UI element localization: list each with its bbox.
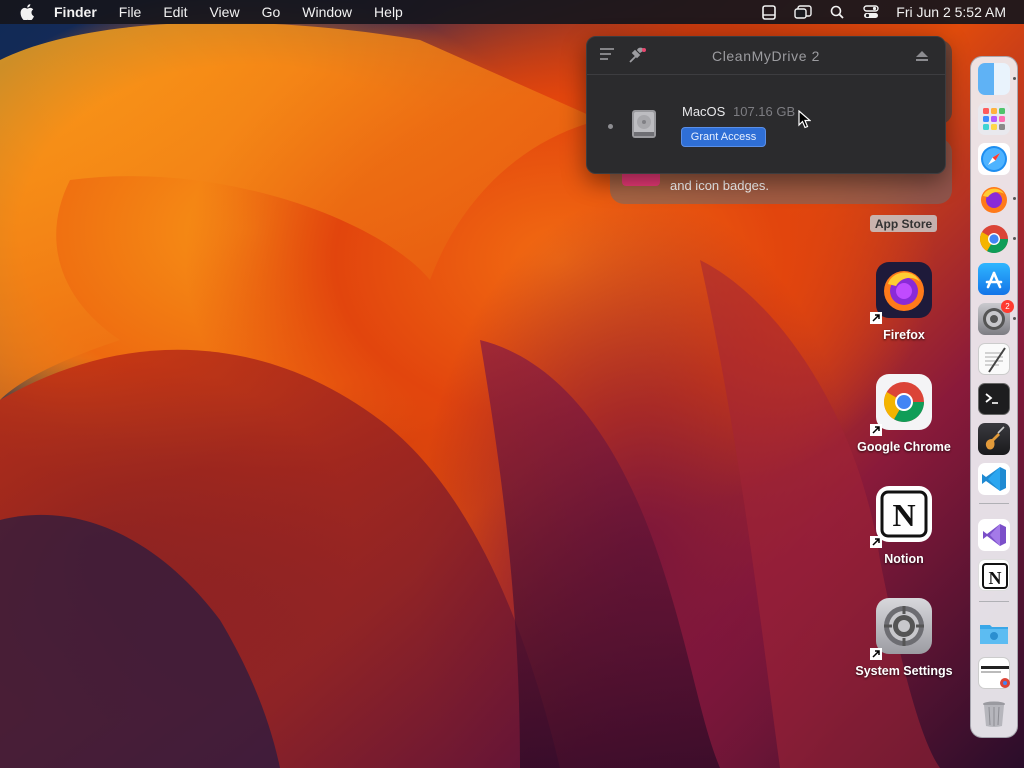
menu-list-icon[interactable]	[599, 47, 615, 70]
drive-size: 107.16 GB	[733, 104, 796, 119]
notion-icon: N	[870, 486, 932, 548]
cleanmydrive-popover: CleanMyDrive 2 MacOS 107.16 GB Grant Acc…	[586, 36, 946, 174]
desktop-icon-label: Google Chrome	[857, 440, 951, 454]
launchpad-icon[interactable]	[978, 103, 1010, 135]
terminal-icon[interactable]	[978, 383, 1010, 415]
menu-file[interactable]: File	[119, 4, 142, 20]
menu-go[interactable]: Go	[262, 4, 281, 20]
chrome-icon	[870, 374, 932, 436]
eject-icon[interactable]	[915, 49, 929, 67]
safari-icon[interactable]	[978, 143, 1010, 175]
grant-access-button[interactable]: Grant Access	[681, 127, 766, 147]
tools-icon[interactable]	[627, 47, 647, 70]
drive-name: MacOS	[682, 104, 726, 119]
notification-text: and icon badges.	[670, 178, 770, 193]
recent-document-icon[interactable]	[978, 657, 1010, 689]
textedit-icon[interactable]	[978, 343, 1010, 375]
popover-header: CleanMyDrive 2	[587, 37, 945, 75]
desktop-icon-google-chrome[interactable]: Google Chrome	[849, 374, 959, 454]
downloads-folder-icon[interactable]	[978, 617, 1010, 649]
mouse-cursor-icon	[798, 109, 812, 134]
hard-drive-icon	[629, 108, 659, 145]
dock-separator	[979, 503, 1009, 504]
firefox-icon[interactable]	[978, 183, 1010, 215]
desktop-icon-label: System Settings	[855, 664, 953, 678]
notion-icon[interactable]: N	[978, 559, 1010, 591]
desktop-icon-label: Notion	[884, 552, 924, 566]
desktop-icon-label: Firefox	[883, 328, 925, 342]
firefox-icon	[870, 262, 932, 324]
app-store-icon[interactable]	[978, 263, 1010, 295]
desktop-icon-notion[interactable]: N Notion	[849, 486, 959, 566]
menu-edit[interactable]: Edit	[163, 4, 187, 20]
cleanmydrive-icon[interactable]	[760, 4, 778, 20]
menu-clock[interactable]: Fri Jun 2 5:52 AM	[896, 4, 1006, 20]
apple-menu-icon[interactable]	[18, 4, 36, 20]
menu-help[interactable]: Help	[374, 4, 403, 20]
finder-icon[interactable]	[978, 63, 1010, 95]
gear-icon	[870, 598, 932, 660]
running-indicator	[1013, 77, 1016, 80]
notification-badge: 2	[1001, 300, 1014, 313]
menu-window[interactable]: Window	[302, 4, 352, 20]
visual-studio-icon[interactable]	[978, 519, 1010, 551]
vscode-icon[interactable]	[978, 463, 1010, 495]
desktop-icon-firefox[interactable]: Firefox	[849, 262, 959, 342]
desktop-icon-system-settings[interactable]: System Settings	[849, 598, 959, 678]
system-settings-icon[interactable]: 2	[978, 300, 1014, 335]
dock: 2 N	[970, 56, 1018, 738]
menu-bar: Finder File Edit View Go Window Help Fri…	[0, 0, 1024, 24]
search-icon[interactable]	[828, 4, 846, 20]
trash-icon[interactable]	[978, 697, 1010, 729]
running-indicator	[1013, 317, 1016, 320]
running-indicator	[1013, 237, 1016, 240]
drive-row[interactable]: MacOS 107.16 GB Grant Access	[587, 75, 945, 173]
stage-manager-icon[interactable]	[794, 4, 812, 20]
chrome-icon[interactable]	[978, 223, 1010, 255]
running-indicator	[1013, 197, 1016, 200]
desktop-icon-app-store-label[interactable]: App Store	[870, 215, 937, 232]
menu-app-name[interactable]: Finder	[54, 4, 97, 20]
control-center-icon[interactable]	[862, 4, 880, 20]
dock-separator	[979, 601, 1009, 602]
drive-status-dot	[608, 124, 613, 129]
svg-text:N: N	[989, 568, 1002, 588]
menu-view[interactable]: View	[209, 4, 239, 20]
svg-text:N: N	[892, 497, 915, 533]
instruments-icon[interactable]	[978, 423, 1010, 455]
